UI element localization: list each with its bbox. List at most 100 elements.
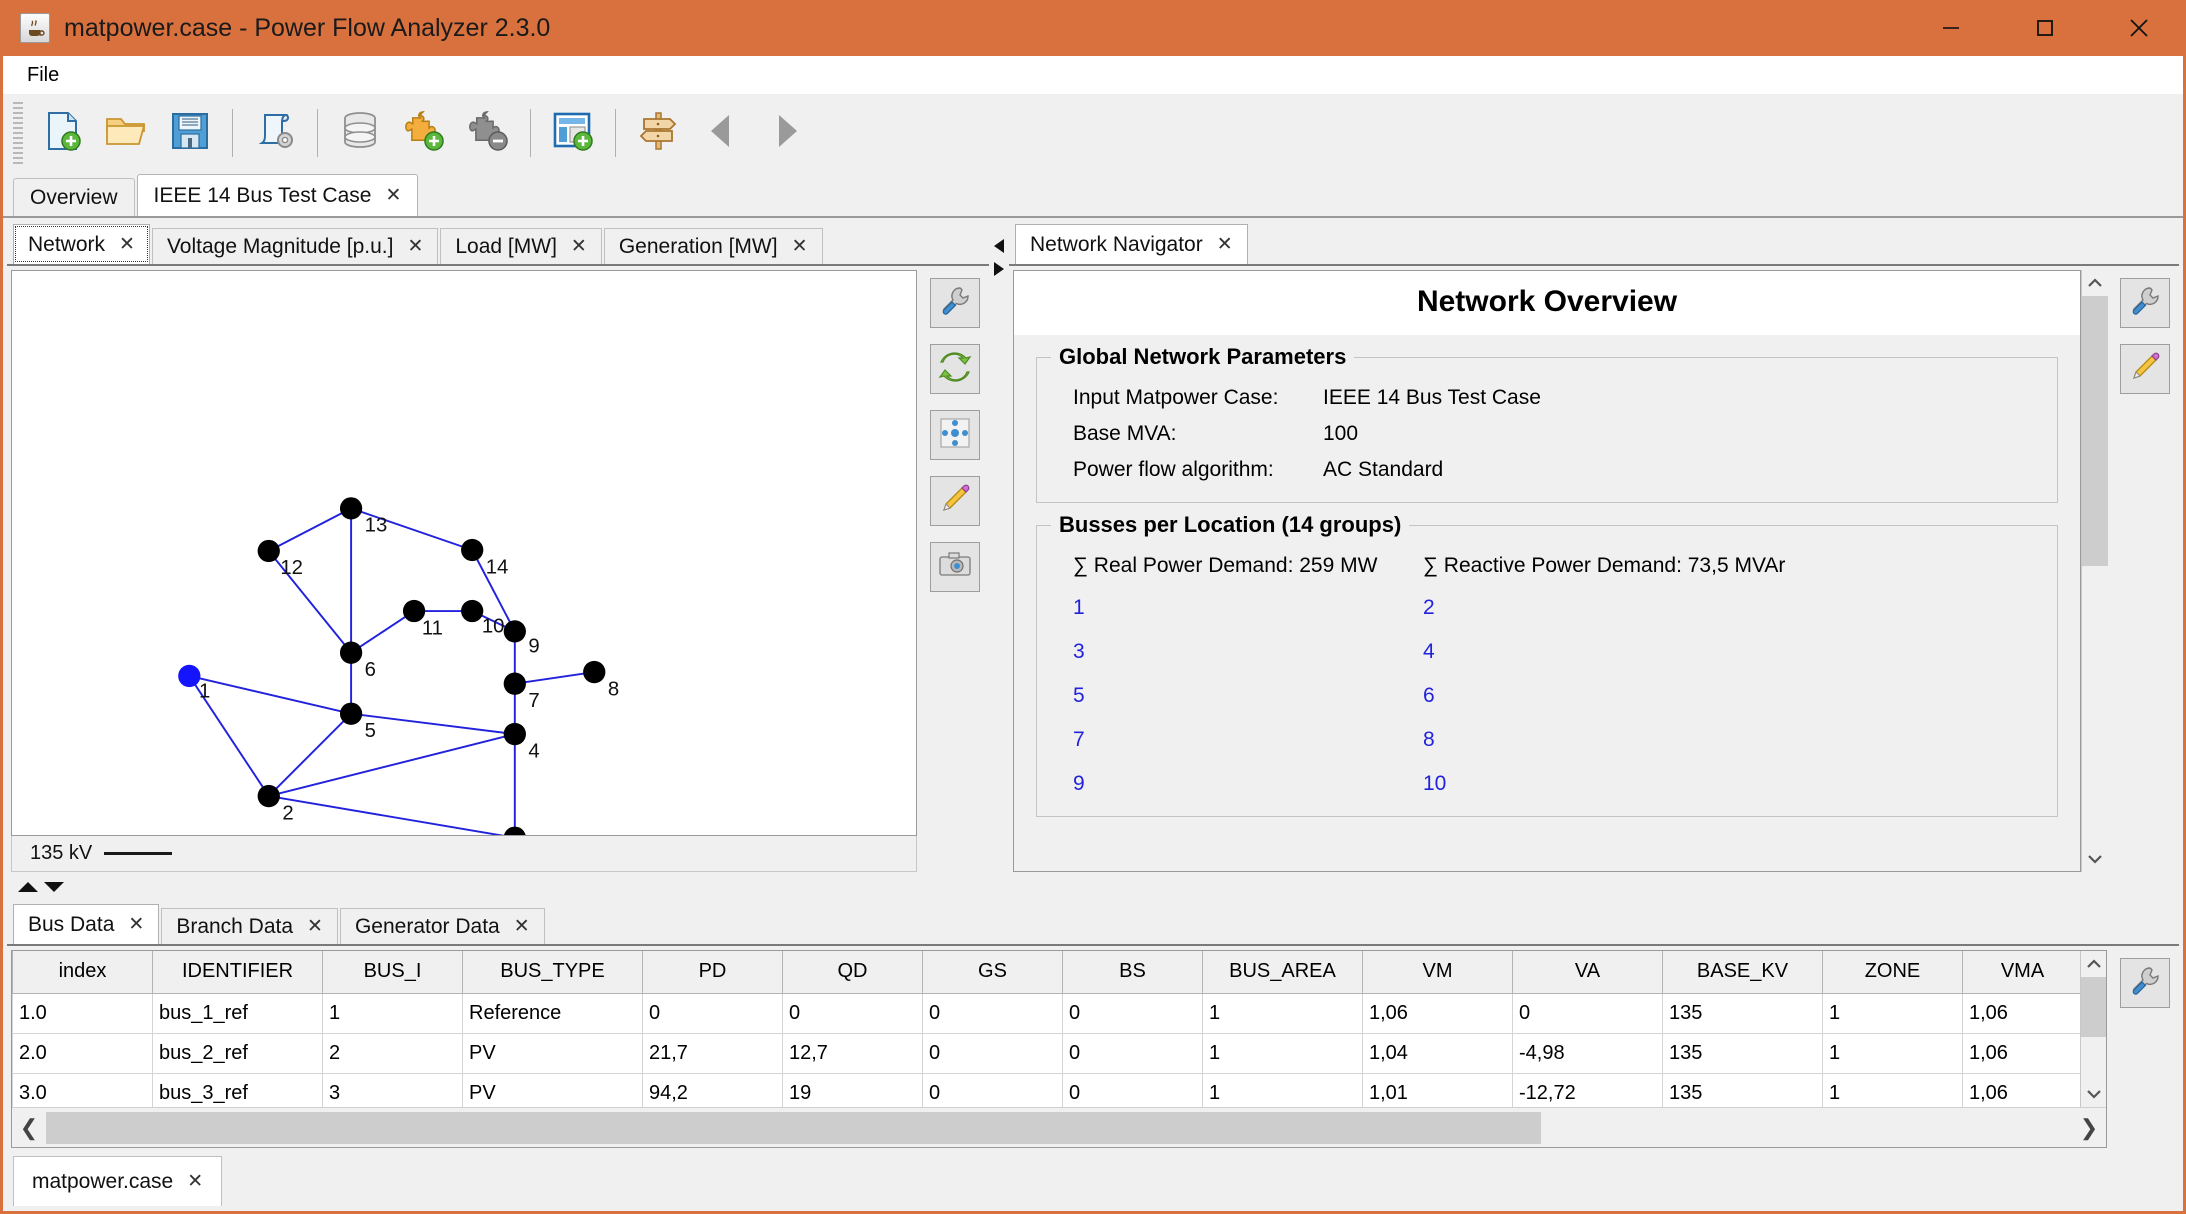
table-cell[interactable]: 2 xyxy=(322,1032,463,1074)
table-cell[interactable]: 1 xyxy=(1822,992,1963,1034)
network-node[interactable] xyxy=(503,620,526,643)
network-node[interactable] xyxy=(504,826,526,836)
tab-branch-data[interactable]: Branch Data ✕ xyxy=(161,908,338,944)
bus-link[interactable]: 5 xyxy=(1073,684,1423,708)
table-cell[interactable]: 0 xyxy=(782,992,923,1034)
network-edge[interactable] xyxy=(268,713,352,797)
open-case-button[interactable] xyxy=(95,102,157,164)
table-cell[interactable]: 21,7 xyxy=(642,1032,783,1074)
table-cell[interactable]: 0 xyxy=(922,1072,1063,1107)
scroll-track[interactable] xyxy=(2081,296,2108,846)
network-node[interactable] xyxy=(339,641,363,664)
scroll-left-button[interactable]: ❮ xyxy=(12,1109,46,1147)
table-vertical-scrollbar[interactable] xyxy=(2080,951,2106,1107)
minimize-button[interactable] xyxy=(1904,0,1998,56)
network-edge[interactable] xyxy=(268,507,352,552)
table-column-header[interactable]: BASE_KV xyxy=(1662,951,1823,994)
tab-generator-data[interactable]: Generator Data ✕ xyxy=(339,908,545,944)
close-icon[interactable]: ✕ xyxy=(385,186,401,205)
network-node[interactable] xyxy=(461,599,484,623)
close-icon[interactable]: ✕ xyxy=(119,235,135,254)
tab-voltage-magnitude[interactable]: Voltage Magnitude [p.u.] ✕ xyxy=(151,228,439,264)
bus-link[interactable]: 1 xyxy=(1073,596,1423,620)
network-edge[interactable] xyxy=(189,674,352,715)
table-cell[interactable]: bus_2_ref xyxy=(152,1032,323,1074)
table-cell[interactable]: 1 xyxy=(1822,1072,1963,1107)
tab-bus-data[interactable]: Bus Data ✕ xyxy=(13,904,160,944)
scroll-track[interactable] xyxy=(2080,977,2106,1081)
screenshot-button[interactable] xyxy=(930,542,980,592)
network-edge[interactable] xyxy=(514,671,595,685)
network-graph[interactable]: 1234567891011121314 xyxy=(12,271,882,836)
table-cell[interactable]: 0 xyxy=(922,1032,1063,1074)
bus-link[interactable]: 10 xyxy=(1423,772,1773,796)
vertical-splitter[interactable] xyxy=(989,222,1009,876)
table-column-header[interactable]: BUS_I xyxy=(322,951,463,994)
table-cell[interactable]: 0 xyxy=(1512,992,1663,1034)
tab-network-navigator[interactable]: Network Navigator ✕ xyxy=(1015,224,1248,264)
table-cell[interactable]: -12,72 xyxy=(1512,1072,1663,1107)
table-cell[interactable]: 1 xyxy=(1202,1072,1363,1107)
table-cell[interactable]: 1 xyxy=(322,992,463,1034)
tab-overview[interactable]: Overview xyxy=(13,178,135,216)
bus-link[interactable]: 3 xyxy=(1073,640,1423,664)
table-column-header[interactable]: BUS_TYPE xyxy=(462,951,643,994)
table-cell[interactable]: 1 xyxy=(1202,992,1363,1034)
table-cell[interactable]: 1,04 xyxy=(1362,1032,1513,1074)
table-cell[interactable]: 0 xyxy=(642,992,783,1034)
database-button[interactable] xyxy=(329,102,391,164)
navigator-edit-button[interactable] xyxy=(2120,344,2170,394)
table-cell[interactable]: -4,98 xyxy=(1512,1032,1663,1074)
bus-link[interactable]: 4 xyxy=(1423,640,1773,664)
network-node[interactable] xyxy=(178,664,201,688)
bus-link[interactable]: 2 xyxy=(1423,596,1773,620)
table-column-header[interactable]: BUS_AREA xyxy=(1202,951,1363,994)
toolbar-grip[interactable] xyxy=(13,102,23,164)
collapse-down-icon[interactable] xyxy=(43,880,65,899)
bus-link[interactable]: 9 xyxy=(1073,772,1423,796)
bus-data-table[interactable]: index IDENTIFIER BUS_I BUS_TYPE PD QD GS BS BUS_… xyxy=(12,951,2080,1107)
table-column-header[interactable]: IDENTIFIER xyxy=(152,951,323,994)
scroll-down-button[interactable] xyxy=(2081,846,2108,872)
navigator-settings-button[interactable] xyxy=(2120,278,2170,328)
signpost-button[interactable] xyxy=(627,102,689,164)
scroll-down-button[interactable] xyxy=(2080,1081,2106,1107)
table-column-header[interactable]: PD xyxy=(642,951,783,994)
network-edge[interactable] xyxy=(268,733,516,798)
tab-matpower-case[interactable]: matpower.case ✕ xyxy=(13,1156,223,1206)
table-cell[interactable]: 1 xyxy=(1822,1032,1963,1074)
navigator-scroll-area[interactable]: Global Network Parameters Input Matpower… xyxy=(1014,335,2080,871)
table-cell[interactable]: 3.0 xyxy=(12,1072,153,1107)
tab-load-mw[interactable]: Load [MW] ✕ xyxy=(440,228,602,264)
network-node[interactable] xyxy=(583,660,606,684)
close-icon[interactable]: ✕ xyxy=(307,917,323,936)
close-icon[interactable]: ✕ xyxy=(128,915,144,934)
close-icon[interactable]: ✕ xyxy=(187,1172,203,1191)
network-node[interactable] xyxy=(257,539,280,563)
table-cell[interactable]: 135 xyxy=(1662,1072,1823,1107)
add-plugin-button[interactable] xyxy=(393,102,455,164)
bus-link[interactable]: 6 xyxy=(1423,684,1773,708)
maximize-button[interactable] xyxy=(1998,0,2092,56)
network-edge[interactable] xyxy=(350,610,415,654)
table-cell[interactable]: 0 xyxy=(1062,992,1203,1034)
table-settings-button[interactable] xyxy=(2120,958,2170,1008)
table-cell[interactable]: 1.0 xyxy=(12,992,153,1034)
close-icon[interactable]: ✕ xyxy=(792,237,808,256)
collapse-up-icon[interactable] xyxy=(17,880,39,899)
table-column-header[interactable]: VMA xyxy=(1962,951,2080,994)
table-column-header[interactable]: VA xyxy=(1512,951,1663,994)
network-edge[interactable] xyxy=(268,795,515,836)
tab-ieee-14-bus-test-case[interactable]: IEEE 14 Bus Test Case ✕ xyxy=(136,174,419,216)
table-row[interactable]: 3.0 bus_3_ref 3 PV 94,2 19 0 0 1 1,01 -12,72 135 1 1,… xyxy=(12,1072,2080,1107)
table-cell[interactable]: bus_1_ref xyxy=(152,992,323,1034)
network-node[interactable] xyxy=(503,672,526,695)
table-column-header[interactable]: QD xyxy=(782,951,923,994)
table-cell[interactable]: 1,06 xyxy=(1362,992,1513,1034)
table-cell[interactable]: 0 xyxy=(922,992,1063,1034)
scroll-thumb[interactable] xyxy=(2081,296,2108,566)
scroll-up-button[interactable] xyxy=(2080,951,2106,977)
scroll-thumb[interactable] xyxy=(46,1111,1541,1144)
table-cell[interactable]: 94,2 xyxy=(642,1072,783,1107)
table-cell[interactable]: 19 xyxy=(782,1072,923,1107)
